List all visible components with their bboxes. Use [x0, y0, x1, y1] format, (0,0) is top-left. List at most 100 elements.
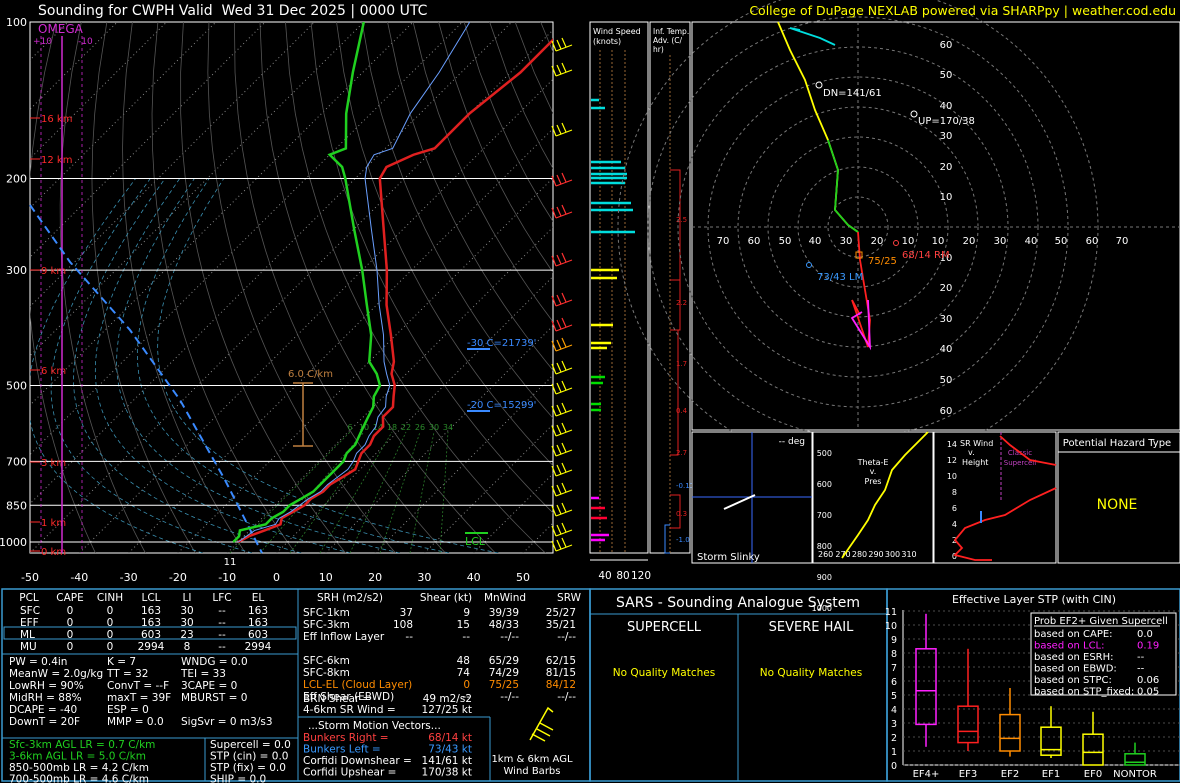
stp-legend-label: based on CAPE:	[1034, 629, 1113, 640]
index-col1: LowRH = 90%	[9, 680, 84, 692]
theta-title: Pres	[865, 477, 882, 486]
wind-barb-flag	[561, 317, 567, 328]
wind-barb-staff	[555, 509, 573, 517]
stp-legend-value: 0.06	[1137, 675, 1159, 686]
page-title: Sounding for CWPH Valid Wed 31 Dec 2025 …	[38, 3, 428, 19]
kinematic-cell: --/--	[557, 631, 576, 643]
kinematic-header: SRW	[557, 592, 582, 604]
temp-tick: 20	[368, 571, 382, 584]
index-col2: TT = 32	[106, 668, 148, 680]
wind-barb-flag	[556, 524, 562, 535]
lapse-rate-label: 6.0 C/km	[288, 369, 333, 380]
wind-barb-flag	[556, 294, 562, 305]
temp-adv-label: -1.0	[676, 536, 690, 544]
wind-barb-staff	[555, 344, 573, 352]
kinematic-cell: LCL-EL (Cloud Layer)	[303, 679, 412, 691]
parcel-cell: 0	[67, 617, 74, 629]
theta-ytick: 600	[817, 480, 832, 489]
kinematic-cell: 15	[457, 619, 470, 631]
kinematic-cell: --/--	[500, 691, 519, 703]
srwind-title: SR Wind	[960, 439, 993, 448]
wind-barb-flag	[561, 537, 567, 548]
kinematic-cell: 62/15	[546, 655, 576, 667]
wind-barb-flag	[556, 319, 562, 330]
temp-adv-label: -0.11	[676, 482, 694, 490]
srwind-ytick: 14	[947, 440, 957, 449]
parcel-cell: 30	[180, 605, 193, 617]
sars-title: SARS - Sounding Analogue System	[616, 595, 860, 611]
index-col2: MMP = 0.0	[107, 716, 164, 728]
wind-barb-staff	[555, 387, 573, 395]
temp-adv-label: 2.7	[676, 449, 687, 457]
parcel-cell: 163	[248, 605, 268, 617]
slinky-deg: -- deg	[779, 437, 805, 447]
temp-tick: -40	[70, 571, 88, 584]
srwind-title: v.	[968, 448, 975, 457]
temp-tick: 0	[273, 571, 280, 584]
index-col1: MidRH = 88%	[9, 692, 82, 704]
kinematic-cell: SFC-6km	[303, 655, 350, 667]
temp-adv-label: 0.4	[676, 407, 688, 415]
temp-adv-label: 0.3	[676, 510, 687, 518]
wind-barb-flag	[556, 464, 562, 475]
wind-barb-staff	[555, 449, 573, 457]
hodo-ring-label: 60	[748, 236, 761, 247]
wind-barb-flag	[556, 404, 562, 415]
theta-xtick: 260	[818, 550, 833, 559]
lapse-rate-text: 700-500mb LR = 4.6 C/km	[9, 774, 149, 783]
wind-speed-frame	[589, 21, 649, 554]
stp-box	[915, 648, 937, 726]
stp-legend-value: --	[1137, 652, 1145, 663]
srwind-ytick: 12	[947, 456, 957, 465]
hgz-label-30: -30 C=21739'	[467, 338, 536, 349]
parcel-cell: 163	[141, 605, 161, 617]
hodo-ring-label: 60	[940, 40, 953, 51]
wind-barb-flag	[556, 362, 562, 373]
hodo-ring-label: 20	[940, 162, 953, 173]
lapse-rate-text: 3-6km AGL LR = 5.0 C/km	[9, 751, 146, 763]
temp-tick: 30	[417, 571, 431, 584]
bunkers-right-label: 68/14 RM	[902, 250, 950, 261]
index-col1: MeanW = 2.0g/kg	[9, 668, 103, 680]
wind-barb-staff	[555, 179, 573, 187]
hodo-ring-label: 50	[940, 70, 953, 81]
parcel-cell: 0	[107, 617, 114, 629]
kinematic-cell: SFC-8km	[303, 667, 350, 679]
wind-barb-flag	[561, 172, 567, 183]
index-col3: MBURST = 0	[181, 692, 247, 704]
wind-barb-staff	[555, 69, 573, 77]
stp-ytick: 7	[891, 663, 897, 674]
kin-barb	[539, 722, 554, 731]
stp-category: EF1	[1042, 769, 1060, 780]
stp-legend-value: --	[1137, 664, 1145, 675]
wind-barb-staff	[555, 367, 573, 375]
stp-ytick: 1	[891, 747, 897, 758]
parcel-cell: ML	[20, 629, 35, 641]
hodo-ring-label: 30	[940, 131, 953, 142]
lapse-rate-text: 850-500mb LR = 4.2 C/km	[9, 762, 149, 774]
downshear-label: DN=141/61	[823, 88, 882, 99]
temp-tick: 10	[319, 571, 333, 584]
index-col1: DownT = 20F	[9, 716, 80, 728]
hodo-ring-label: 30	[840, 236, 853, 247]
parcel-cell: 603	[141, 629, 161, 641]
kinematic-cell: 0	[463, 679, 470, 691]
stp-box	[1124, 753, 1146, 766]
wind-barb-staff	[555, 469, 573, 477]
wind-barb-staff	[555, 211, 573, 219]
wind-barb-flag	[556, 124, 562, 135]
storm-motion-label: Corfidi Downshear =	[303, 755, 412, 767]
wind-barb-flag	[561, 380, 567, 391]
stp-category: EF2	[1001, 769, 1019, 780]
stp-box	[1082, 733, 1104, 766]
kinematic-cell: 48	[457, 655, 470, 667]
pressure-tick: 700	[6, 455, 27, 468]
stp-legend-label: based on LCL:	[1034, 641, 1105, 652]
index-col2: ESP = 0	[107, 704, 149, 716]
kinematic-cell: SFC-3km	[303, 619, 350, 631]
wind-barb-flag	[561, 37, 567, 48]
parcel-cell: 163	[141, 617, 161, 629]
kinematic-cell: 39/39	[489, 607, 519, 619]
stp-category: NONTOR	[1113, 769, 1157, 780]
wind-barb-flag	[561, 422, 567, 433]
